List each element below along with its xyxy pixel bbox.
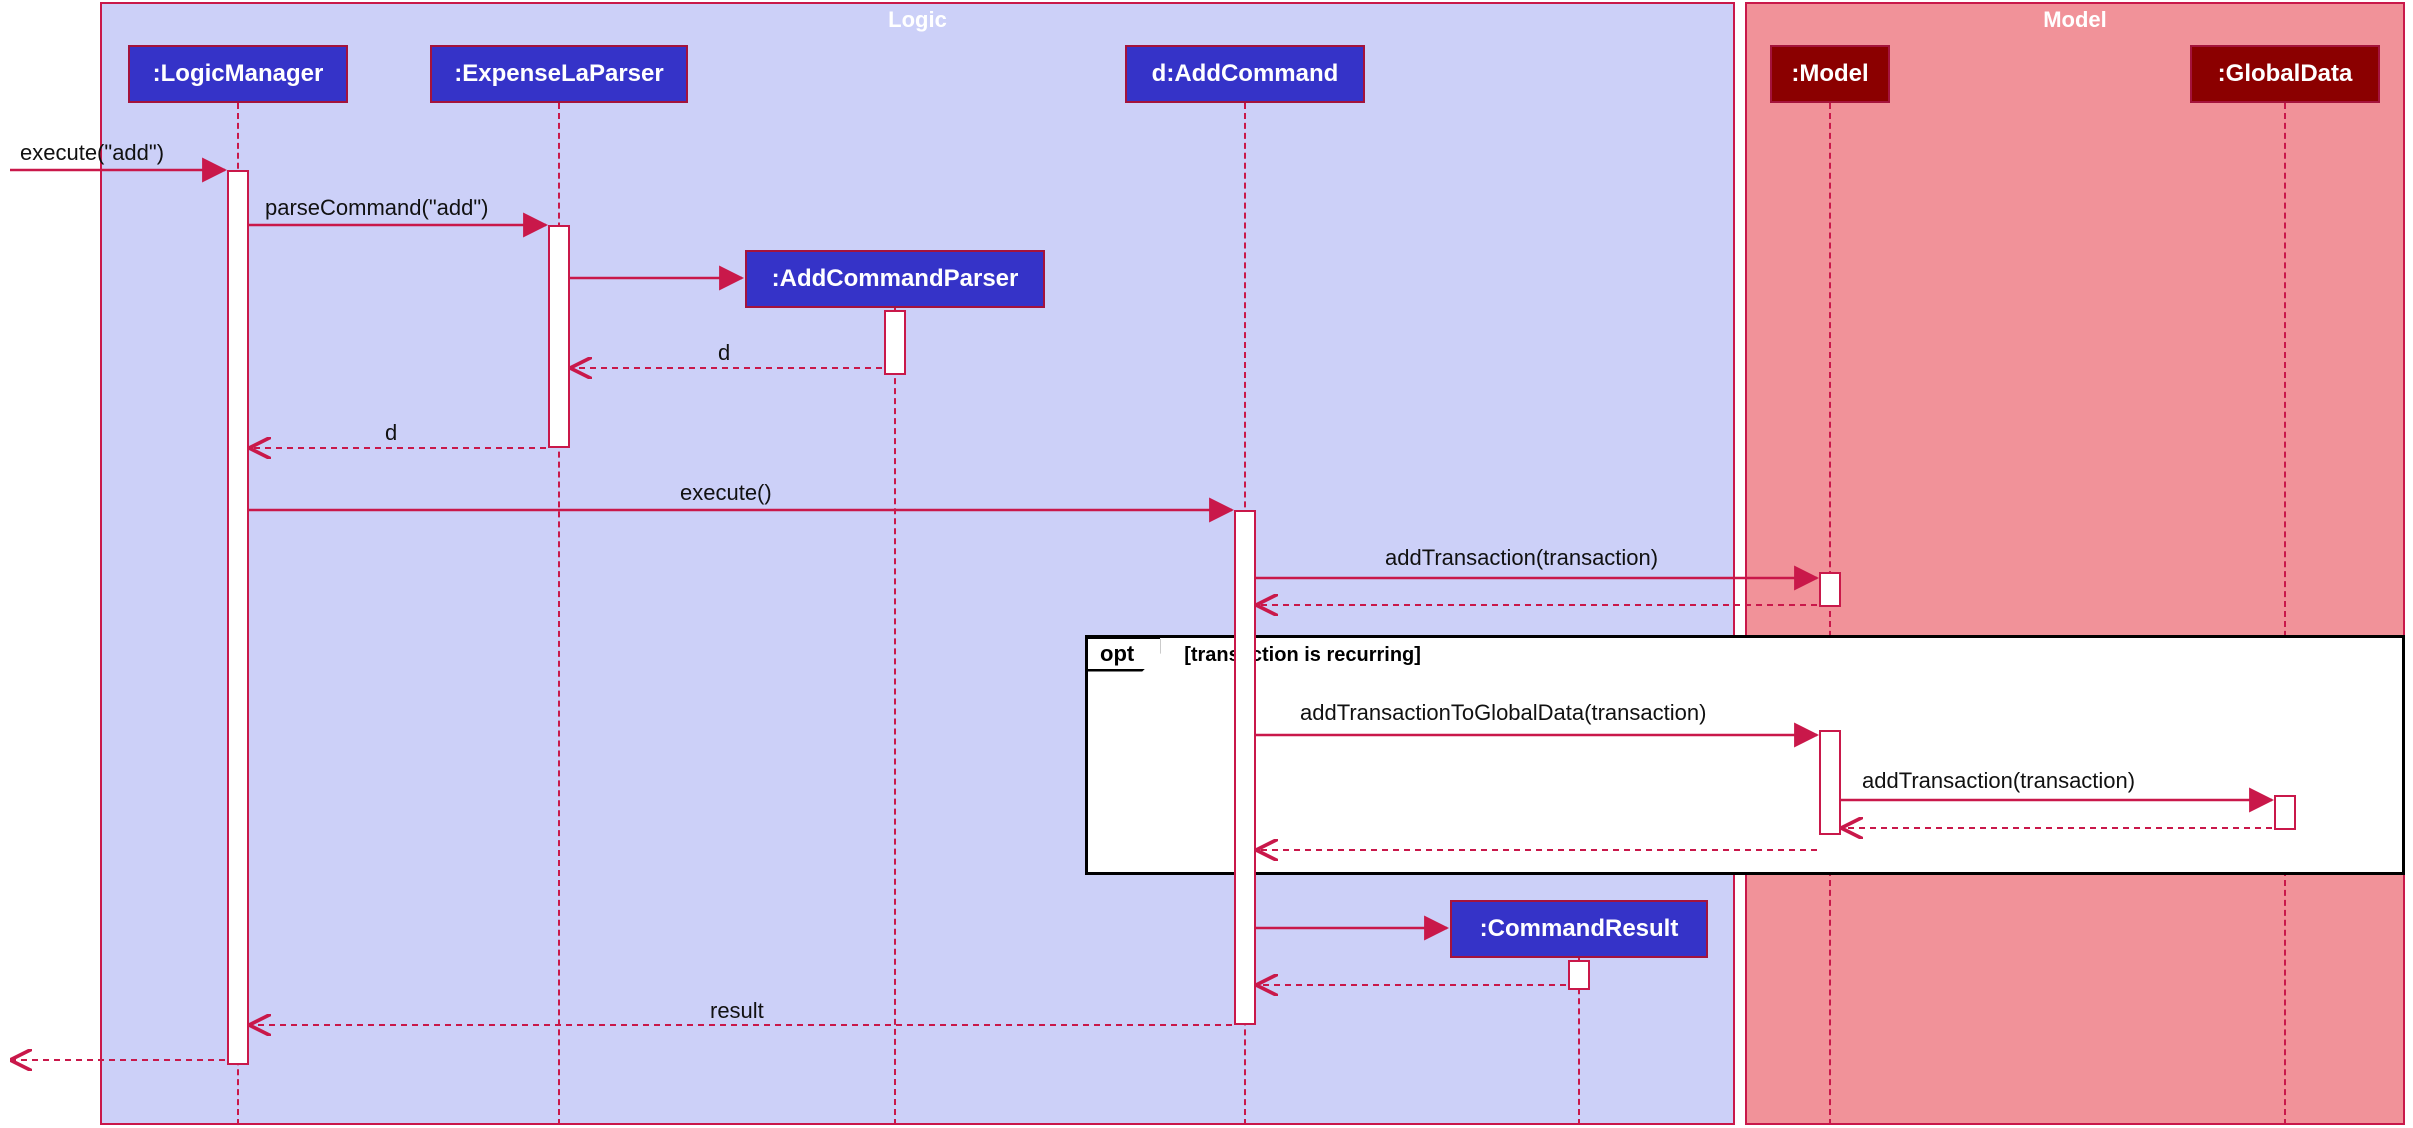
lifeline-label: :Model	[1791, 60, 1868, 88]
activation-bar	[548, 225, 570, 448]
lifeline-add-command: d:AddCommand	[1125, 45, 1365, 103]
lifeline-line	[894, 308, 896, 1125]
lifeline-expense-la-parser: :ExpenseLaParser	[430, 45, 688, 103]
lifeline-label: d:AddCommand	[1152, 60, 1339, 88]
lifeline-model: :Model	[1770, 45, 1890, 103]
lifeline-add-command-parser: :AddCommandParser	[745, 250, 1045, 308]
message-label: d	[718, 340, 730, 366]
activation-bar	[2274, 795, 2296, 830]
model-frame-title: Model	[2043, 7, 2107, 33]
message-label: d	[385, 420, 397, 446]
lifeline-label: :ExpenseLaParser	[454, 60, 663, 88]
lifeline-line	[2284, 103, 2286, 1125]
opt-fragment: opt [transaction is recurring]	[1085, 635, 2405, 875]
lifeline-command-result: :CommandResult	[1450, 900, 1708, 958]
message-label: parseCommand("add")	[265, 195, 489, 221]
lifeline-logic-manager: :LogicManager	[128, 45, 348, 103]
message-label: execute()	[680, 480, 772, 506]
activation-bar	[1234, 510, 1256, 1025]
message-label: execute("add")	[20, 140, 164, 166]
lifeline-label: :CommandResult	[1480, 915, 1679, 943]
activation-bar	[227, 170, 249, 1065]
message-label: addTransaction(transaction)	[1385, 545, 1658, 571]
model-frame: Model	[1745, 2, 2405, 1125]
lifeline-global-data: :GlobalData	[2190, 45, 2380, 103]
activation-bar	[1568, 960, 1590, 990]
activation-bar	[1819, 730, 1841, 835]
logic-frame-title: Logic	[888, 7, 947, 33]
lifeline-label: :AddCommandParser	[772, 265, 1019, 293]
lifeline-label: :GlobalData	[2218, 60, 2353, 88]
opt-label: opt	[1085, 636, 1160, 672]
message-label: addTransactionToGlobalData(transaction)	[1300, 700, 1706, 726]
lifeline-label: :LogicManager	[153, 60, 324, 88]
message-label: addTransaction(transaction)	[1862, 768, 2135, 794]
activation-bar	[1819, 572, 1841, 607]
lifeline-line	[1829, 103, 1831, 1125]
activation-bar	[884, 310, 906, 375]
message-label: result	[710, 998, 764, 1024]
opt-guard: [transaction is recurring]	[1184, 644, 1421, 667]
